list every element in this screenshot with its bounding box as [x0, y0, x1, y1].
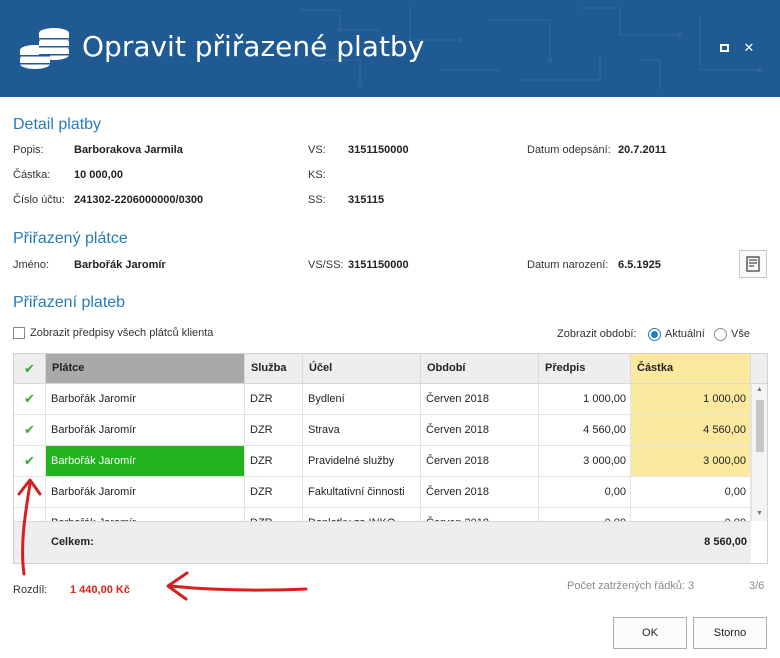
- column-header-predpis[interactable]: Předpis: [539, 354, 631, 384]
- title-bar: Opravit přiřazené platby ✕: [0, 0, 780, 97]
- popis-label: Popis:: [13, 144, 44, 156]
- table-cell-obdobi[interactable]: Červen 2018: [421, 446, 539, 477]
- castka-label: Částka:: [13, 169, 51, 181]
- scroll-down-icon[interactable]: ▼: [756, 510, 763, 517]
- table-cell-sluzba[interactable]: DZR: [245, 384, 303, 415]
- vsss-label: VS/SS:: [308, 259, 344, 271]
- vsss-value: 3151150000: [348, 259, 409, 271]
- note-icon: [746, 256, 760, 272]
- column-header-sluzba[interactable]: Služba: [245, 354, 303, 384]
- datum-odepsani-label: Datum odepsání:: [527, 144, 611, 156]
- castka-value: 10 000,00: [74, 169, 123, 181]
- jmeno-label: Jméno:: [13, 259, 50, 271]
- row-check-icon[interactable]: ✔: [14, 446, 46, 477]
- detail-heading: Detail platby: [13, 116, 102, 133]
- scrollbar-thumb[interactable]: [756, 400, 764, 452]
- table-cell-castka[interactable]: 4 560,00: [631, 415, 751, 446]
- table-cell-predpis[interactable]: 0,00: [539, 477, 631, 508]
- table-cell-castka[interactable]: 1 000,00: [631, 384, 751, 415]
- table-cell-platce[interactable]: Barbořák Jaromír: [46, 477, 245, 508]
- total-label: Celkem:: [51, 536, 94, 548]
- prirazeni-heading: Přiřazení plateb: [13, 294, 126, 311]
- popis-value: Barborakova Jarmila: [74, 144, 183, 156]
- column-header-spacer: [751, 354, 767, 384]
- radio-aktualni[interactable]: [648, 328, 661, 341]
- table-cell-platce-selected[interactable]: Barbořák Jaromír: [46, 446, 245, 477]
- jmeno-value: Barbořák Jaromír: [74, 259, 166, 271]
- table-cell-obdobi[interactable]: Červen 2018: [421, 415, 539, 446]
- table-cell-ucel[interactable]: Strava: [303, 415, 421, 446]
- table-cell-castka[interactable]: 0,00: [631, 477, 751, 508]
- datum-narozeni-value: 6.5.1925: [618, 259, 661, 271]
- maximize-button[interactable]: [716, 40, 732, 56]
- row-check-icon[interactable]: ✔: [14, 415, 46, 446]
- platce-heading: Přiřazený plátce: [13, 230, 128, 247]
- table-cell-predpis[interactable]: 1 000,00: [539, 384, 631, 415]
- obdobi-label: Zobrazit období:: [557, 328, 637, 340]
- table-cell-sluzba[interactable]: DZR: [245, 477, 303, 508]
- row-check-icon[interactable]: ✔: [14, 384, 46, 415]
- rozdil-value: 1 440,00 Kč: [70, 584, 130, 596]
- table-cell-sluzba[interactable]: DZR: [245, 415, 303, 446]
- ss-value: 315115: [348, 194, 385, 206]
- table-cell-platce[interactable]: Barbořák Jaromír: [46, 415, 245, 446]
- radio-aktualni-label: Aktuální: [665, 328, 705, 340]
- annotation-arrowhead-left: [166, 571, 189, 601]
- column-header-ucel[interactable]: Účel: [303, 354, 421, 384]
- rozdil-label: Rozdíl:: [13, 584, 48, 596]
- datum-narozeni-label: Datum narození:: [527, 259, 609, 271]
- row-check-icon[interactable]: [14, 477, 46, 508]
- total-value: 8 560,00: [704, 536, 747, 548]
- vertical-scrollbar[interactable]: ▲ ▼: [751, 384, 767, 521]
- table-cell-predpis[interactable]: 4 560,00: [539, 415, 631, 446]
- close-button[interactable]: ✕: [741, 40, 757, 56]
- show-all-label: Zobrazit předpisy všech plátců klienta: [30, 327, 214, 339]
- ss-label: SS:: [308, 194, 326, 206]
- column-header-obdobi[interactable]: Období: [421, 354, 539, 384]
- annotation-arrow-left: [168, 584, 308, 592]
- radio-vse-label: Vše: [731, 328, 750, 340]
- scroll-up-icon[interactable]: ▲: [756, 386, 763, 393]
- vs-label: VS:: [308, 144, 326, 156]
- checked-rows-count: Počet zatržených řádků: 3: [567, 580, 695, 592]
- vs-value: 3151150000: [348, 144, 409, 156]
- table-cell-castka[interactable]: 3 000,00: [631, 446, 751, 477]
- datum-odepsani-value: 20.7.2011: [618, 144, 667, 156]
- note-button[interactable]: [739, 250, 767, 278]
- radio-vse[interactable]: [714, 328, 727, 341]
- table-cell-ucel[interactable]: Bydlení: [303, 384, 421, 415]
- ucet-label: Číslo účtu:: [13, 194, 65, 206]
- table-cell-sluzba[interactable]: DZR: [245, 446, 303, 477]
- table-cell-obdobi[interactable]: Červen 2018: [421, 477, 539, 508]
- row-position: 3/6: [749, 580, 765, 592]
- cancel-button[interactable]: Storno: [693, 617, 767, 649]
- payments-grid: ✔ Plátce Služba Účel Období Předpis Část…: [13, 353, 768, 564]
- column-header-check[interactable]: ✔: [14, 354, 46, 384]
- column-header-castka[interactable]: Částka: [631, 354, 751, 384]
- grid-footer: Celkem: 8 560,00: [14, 521, 751, 563]
- ok-button[interactable]: OK: [613, 617, 687, 649]
- table-cell-ucel[interactable]: Pravidelné služby: [303, 446, 421, 477]
- window-title: Opravit přiřazené platby: [82, 30, 425, 63]
- table-cell-obdobi[interactable]: Červen 2018: [421, 384, 539, 415]
- table-cell-platce[interactable]: Barbořák Jaromír: [46, 384, 245, 415]
- maximize-icon: [719, 44, 729, 52]
- column-header-platce[interactable]: Plátce: [46, 354, 245, 384]
- table-cell-ucel[interactable]: Fakultativní činnosti: [303, 477, 421, 508]
- table-cell-predpis[interactable]: 3 000,00: [539, 446, 631, 477]
- ks-label: KS:: [308, 169, 326, 181]
- show-all-checkbox[interactable]: [13, 327, 25, 339]
- coins-logo-icon: [20, 28, 69, 69]
- ucet-value: 241302-2206000000/0300: [74, 194, 204, 206]
